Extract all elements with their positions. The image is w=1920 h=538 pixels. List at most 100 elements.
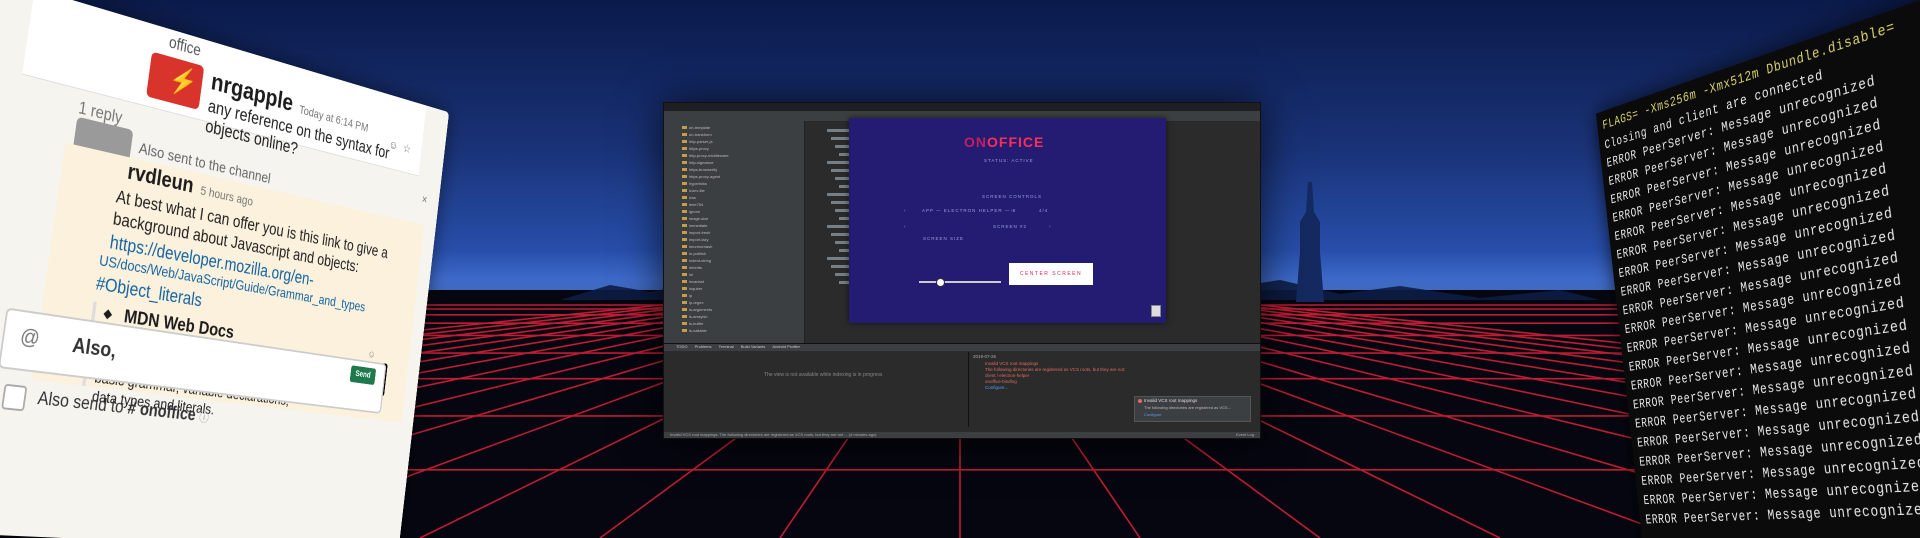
- channel-hint: office: [168, 32, 202, 60]
- status-event-log[interactable]: Event Log: [1236, 432, 1254, 438]
- tree-item[interactable]: import-lazy: [682, 237, 709, 242]
- folder-icon: [682, 280, 687, 284]
- tree-item-label: iconv-lite: [689, 188, 705, 193]
- prev-display-icon[interactable]: ‹: [904, 224, 907, 229]
- status-text: Invalid VCS root mappings: The following…: [670, 432, 877, 437]
- screen-count: 4/4: [1039, 208, 1049, 213]
- attach-icon[interactable]: @: [19, 324, 42, 352]
- tree-item-label: in-publish: [689, 251, 707, 256]
- folder-icon: [682, 259, 687, 263]
- tree-item[interactable]: is-arguments: [682, 307, 712, 312]
- tree-item[interactable]: is-buffer: [682, 321, 703, 326]
- tree-item-label: hyperlinks: [689, 181, 708, 186]
- folder-icon: [682, 147, 687, 151]
- tree-item[interactable]: http-signature: [682, 160, 713, 165]
- folder-icon: [682, 182, 687, 186]
- emoji-icon[interactable]: ☺: [367, 348, 376, 360]
- folder-icon: [682, 308, 687, 312]
- folder-icon: [682, 231, 687, 235]
- tree-item-label: ini: [689, 272, 694, 277]
- next-display-icon[interactable]: ›: [1049, 224, 1052, 229]
- tree-item[interactable]: http-parser-js: [682, 139, 713, 144]
- tree-item[interactable]: is-callable: [682, 328, 707, 333]
- tree-item[interactable]: icss: [682, 195, 696, 200]
- tree-item-label: http-signature: [689, 160, 714, 165]
- tree-item[interactable]: imurmurhash: [682, 244, 712, 249]
- reply-timestamp: 5 hours ago: [199, 182, 254, 209]
- screen-name: APP — ELECTRON HELPER — 8: [922, 208, 1017, 213]
- onoffice-logo: ONOFFICE: [964, 134, 1045, 150]
- tree-item[interactable]: ieee754: [682, 202, 703, 207]
- tree-item[interactable]: inquirer: [682, 286, 702, 291]
- tree-item-label: http-proxy-middleware: [689, 153, 729, 158]
- tab-terminal[interactable]: Terminal: [719, 344, 734, 349]
- tab-android-profiler[interactable]: Android Profiler: [772, 344, 800, 349]
- also-send-checkbox[interactable]: [1, 383, 28, 412]
- folder-icon: [682, 294, 687, 298]
- tree-item[interactable]: http-proxy-middleware: [682, 153, 729, 158]
- tree-item-label: import-fresh: [689, 230, 711, 235]
- next-screen-icon[interactable]: ›: [1011, 208, 1014, 213]
- vcs-notification[interactable]: Invalid VCS root mappings The following …: [1134, 396, 1251, 422]
- folder-icon: [682, 238, 687, 242]
- folder-icon: [682, 273, 687, 277]
- notification-link[interactable]: Configure: [1144, 412, 1161, 417]
- tree-item[interactable]: https-browserify: [682, 167, 717, 172]
- folder-icon: [682, 252, 687, 256]
- tree-item-label: ieee754: [689, 202, 704, 207]
- tree-item[interactable]: invariant: [682, 279, 704, 284]
- tree-item-label: uri-template: [689, 125, 711, 130]
- tree-item-label: icss: [689, 195, 696, 200]
- close-icon[interactable]: ×: [421, 193, 428, 208]
- tab-problems[interactable]: Problems: [695, 344, 712, 349]
- tree-item[interactable]: ini: [682, 272, 693, 277]
- tree-item-label: ignore: [689, 209, 701, 214]
- tree-item-label: is-arrayish: [689, 314, 708, 319]
- folder-icon: [682, 161, 687, 165]
- tree-item-label: https-proxy: [689, 146, 709, 151]
- folder-icon: [682, 322, 687, 326]
- folder-icon: [682, 140, 687, 144]
- prev-screen-icon[interactable]: ‹: [904, 208, 907, 213]
- tree-item[interactable]: hyperlinks: [682, 181, 707, 186]
- tree-item[interactable]: inherits: [682, 265, 702, 270]
- tree-item[interactable]: is-arrayish: [682, 314, 707, 319]
- folder-icon: [682, 266, 687, 270]
- bottom-panel: TODO Problems Terminal Build Variants An…: [664, 343, 1260, 438]
- project-tree: uri-template un-transform http-parser-js ht…: [664, 121, 805, 343]
- tab-build-variants[interactable]: Build Variants: [741, 344, 765, 349]
- event-log-date: 2019-07-26: [973, 354, 997, 359]
- tree-item[interactable]: indent-string: [682, 258, 711, 263]
- send-button[interactable]: Send: [349, 365, 377, 386]
- terminal-line-prefix: ERROR PeerServer:: [1644, 508, 1762, 529]
- tree-item[interactable]: ip-regex: [682, 300, 703, 305]
- terminal-line-prefix: ERROR PeerServer:: [1642, 487, 1759, 510]
- screen-size-slider[interactable]: [919, 278, 1001, 287]
- event-configure-link[interactable]: Configure...: [985, 385, 1008, 390]
- tree-item[interactable]: iconv-lite: [682, 188, 705, 193]
- tree-item[interactable]: import-fresh: [682, 230, 710, 235]
- tree-item[interactable]: in-publish: [682, 251, 706, 256]
- tree-item[interactable]: ip: [682, 293, 692, 298]
- tree-item-label: import-lazy: [689, 237, 709, 242]
- tab-todo[interactable]: TODO: [676, 344, 687, 349]
- status-label: STATUS: ACTIVE: [984, 158, 1034, 163]
- emoji-reaction-icon[interactable]: ☺: [388, 137, 398, 152]
- tree-item[interactable]: https-proxy-agent: [682, 174, 720, 179]
- slider-thumb[interactable]: [936, 278, 945, 287]
- tree-item-label: is-buffer: [689, 321, 704, 326]
- star-icon[interactable]: ☆: [402, 141, 412, 156]
- tree-item-label: https-browserify: [689, 167, 718, 172]
- vr-scene: office ⚡ nrgappleToday at 6:14 PM any re…: [0, 0, 1920, 538]
- event-error-title: Invalid VCS root mappings: [985, 361, 1039, 366]
- tree-item[interactable]: ignore: [682, 209, 700, 214]
- tree-item[interactable]: https-proxy: [682, 146, 709, 151]
- resize-handle-icon[interactable]: [1151, 305, 1161, 317]
- event-path-2: onoffice-binding: [985, 379, 1017, 384]
- center-screen-button[interactable]: CENTER SCREEN: [1009, 263, 1093, 285]
- notification-title: Invalid VCS root mappings: [1144, 398, 1198, 403]
- tree-item[interactable]: un-transform: [682, 132, 712, 137]
- tree-item[interactable]: image-size: [682, 216, 708, 221]
- tree-item[interactable]: immediate: [682, 223, 707, 228]
- tree-item[interactable]: uri-template: [682, 125, 710, 130]
